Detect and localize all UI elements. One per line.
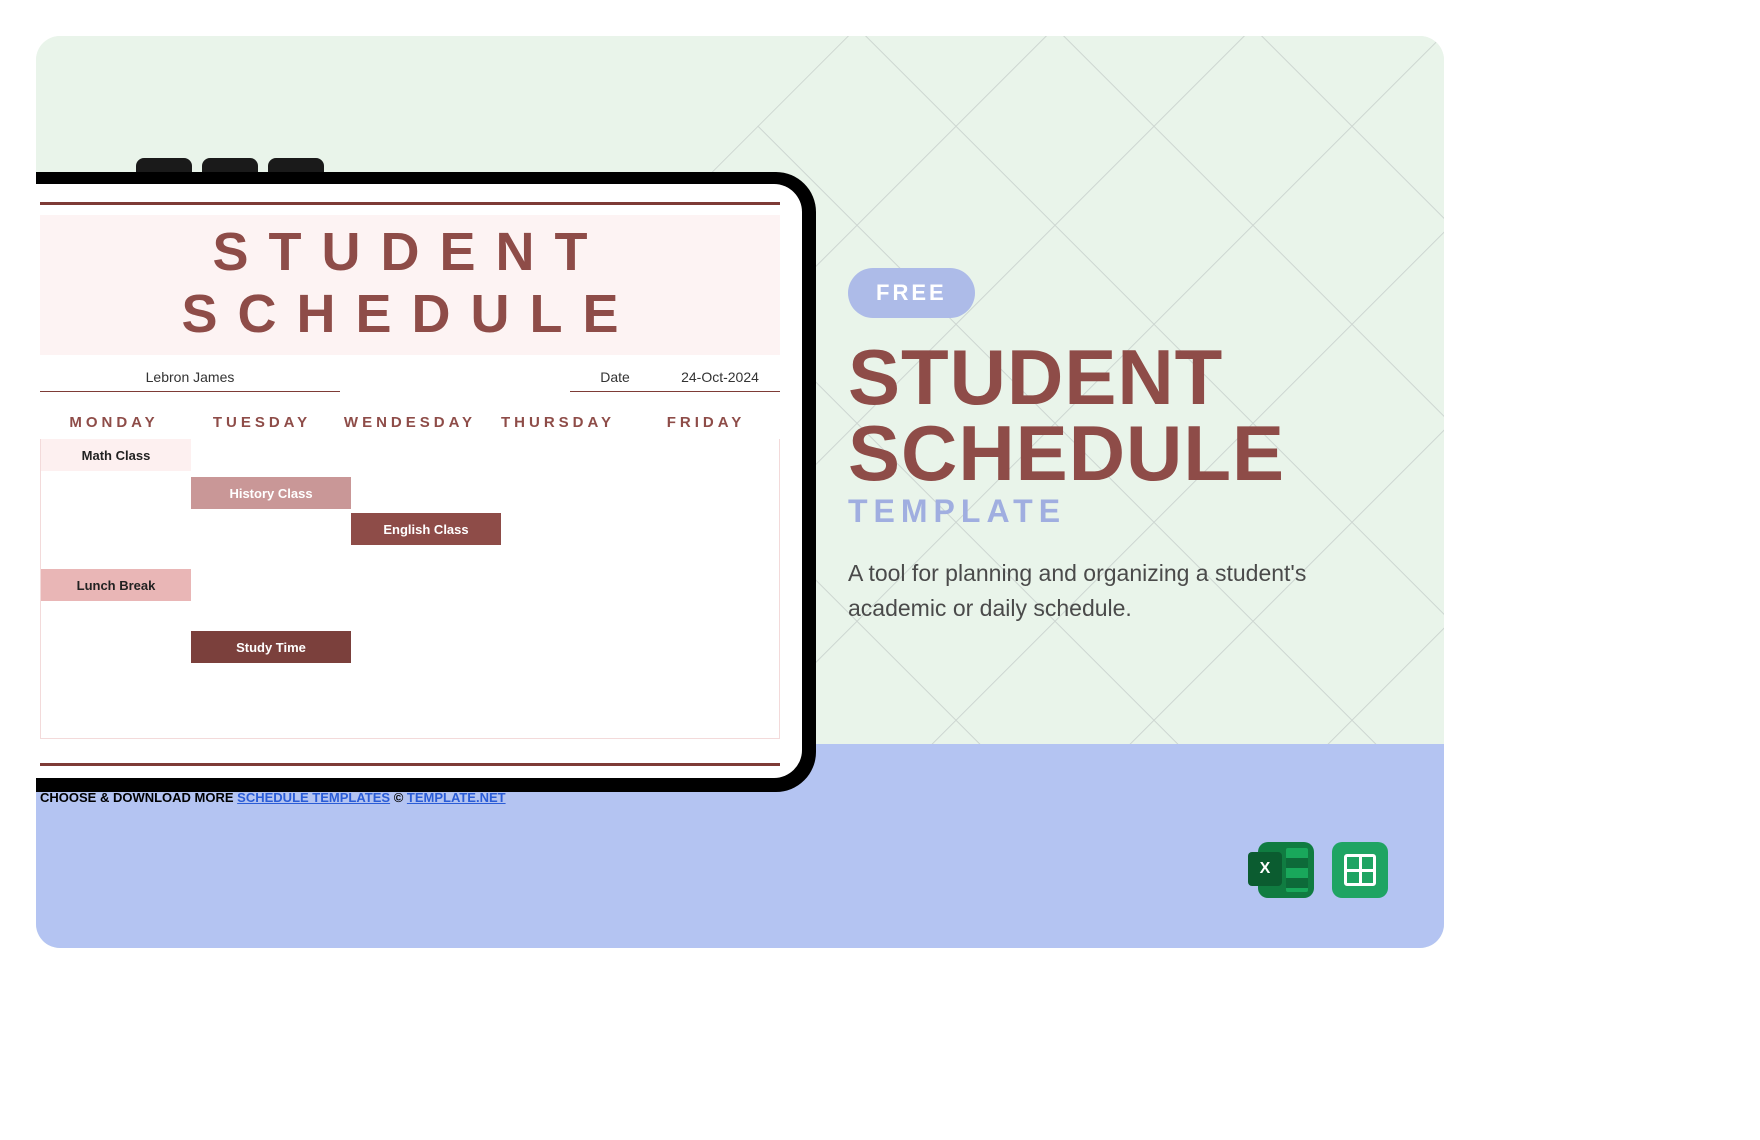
date-value: 24-Oct-2024 [660,369,780,392]
day-header-row: MONDAY TUESDAY WENDESDAY THURSDAY FRIDAY [40,414,780,431]
format-icons [1258,842,1388,898]
date-label: Date [570,369,660,392]
block-english-class: English Class [351,513,501,545]
block-math-class: Math Class [41,439,191,471]
block-lunch-break: Lunch Break [41,569,191,601]
template-subheading: TEMPLATE [848,493,1408,530]
tablet-frame: STUDENT SCHEDULE Lebron James Date 24-Oc… [36,172,816,792]
meta-spacer [340,369,570,392]
student-name: Lebron James [40,369,340,392]
sheet-title: STUDENT SCHEDULE [40,215,780,355]
tablet-mockup: STUDENT SCHEDULE Lebron James Date 24-Oc… [36,172,816,792]
google-sheets-icon [1332,842,1388,898]
meta-row: Lebron James Date 24-Oct-2024 [40,369,780,392]
download-line: CHOOSE & DOWNLOAD MORE SCHEDULE TEMPLATE… [40,790,780,805]
template-title: STUDENT SCHEDULE [848,340,1408,491]
schedule-templates-link[interactable]: SCHEDULE TEMPLATES [237,790,390,805]
day-wednesday: WENDESDAY [336,414,484,431]
template-preview-card: FREE STUDENT SCHEDULE TEMPLATE A tool fo… [36,36,1444,948]
excel-icon [1258,842,1314,898]
download-prefix: CHOOSE & DOWNLOAD MORE [40,790,237,805]
tablet-screen: STUDENT SCHEDULE Lebron James Date 24-Oc… [36,184,802,778]
day-thursday: THURSDAY [484,414,632,431]
title-line-2: SCHEDULE [848,409,1285,497]
sidebar-copy: FREE STUDENT SCHEDULE TEMPLATE A tool fo… [848,268,1408,625]
block-study-time: Study Time [191,631,351,663]
day-monday: MONDAY [40,414,188,431]
day-friday: FRIDAY [632,414,780,431]
template-net-link[interactable]: TEMPLATE.NET [407,790,506,805]
free-badge: FREE [848,268,975,318]
block-history-class: History Class [191,477,351,509]
bottom-rule [40,763,780,766]
day-tuesday: TUESDAY [188,414,336,431]
template-description: A tool for planning and organizing a stu… [848,556,1368,625]
top-rule [40,202,780,205]
schedule-grid: Math Class History Class English Class L… [40,439,780,739]
copyright-prefix: © [394,790,407,805]
